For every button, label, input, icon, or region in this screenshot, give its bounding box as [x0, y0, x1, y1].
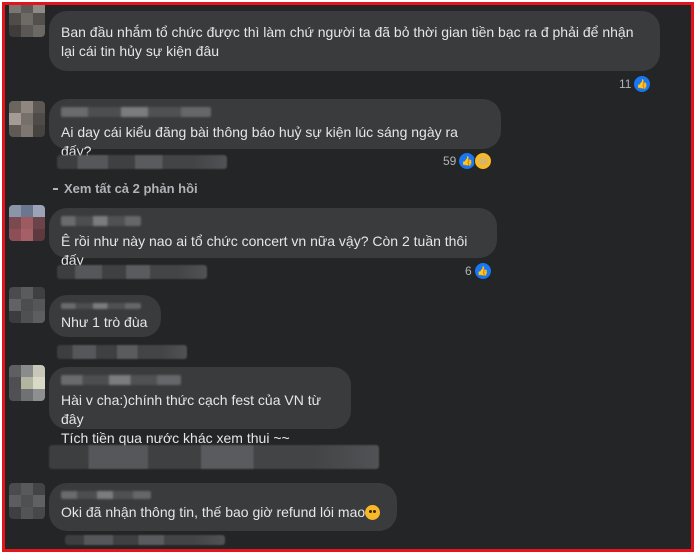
comment-actions[interactable]	[57, 155, 227, 169]
author-name[interactable]	[61, 375, 181, 385]
face-with-rolling-eyes-icon	[365, 505, 381, 520]
comment-text: Ban đầu nhắm tổ chức được thì làm chứ ng…	[61, 24, 638, 59]
avatar[interactable]	[9, 5, 45, 37]
comment-bubble: Ê rồi như này nao ai tổ chức concert vn …	[49, 208, 497, 268]
comment-actions[interactable]	[57, 345, 187, 359]
reaction-summary[interactable]: 6 👍	[465, 262, 492, 280]
reaction-count: 6	[465, 264, 472, 278]
author-name[interactable]	[61, 491, 151, 499]
author-name[interactable]	[61, 216, 141, 226]
reaction-count: 11	[619, 77, 632, 91]
reaction-summary[interactable]: 59 👍 😆	[443, 152, 493, 170]
comment-text: Như 1 trò đùa	[61, 314, 148, 330]
view-replies-label: Xem tất cả 2 phản hồi	[64, 181, 198, 196]
view-replies-link[interactable]: Xem tất cả 2 phản hồi	[53, 181, 198, 196]
comment-bubble: Như 1 trò đùa	[49, 295, 161, 337]
reply-arrow-icon	[53, 187, 58, 190]
comment-bubble: Oki đã nhận thông tin, thế bao giờ refun…	[49, 483, 397, 531]
author-name[interactable]	[61, 107, 211, 117]
haha-icon: 😆	[474, 152, 493, 170]
comments-panel: Ban đầu nhắm tổ chức được thì làm chứ ng…	[2, 2, 694, 552]
comment-actions[interactable]	[49, 445, 379, 469]
avatar[interactable]	[9, 205, 45, 241]
author-name[interactable]	[61, 303, 141, 309]
comment-text: Hài v cha:)chính thức cạch fest của VN t…	[61, 392, 321, 446]
comment-text: Oki đã nhận thông tin, thế bao giờ refun…	[61, 503, 385, 522]
like-icon: 👍	[633, 75, 652, 93]
comment-bubble: Ban đầu nhắm tổ chức được thì làm chứ ng…	[49, 11, 660, 71]
avatar[interactable]	[9, 483, 45, 519]
comment-bubble: Hài v cha:)chính thức cạch fest của VN t…	[49, 367, 351, 446]
comment-bubble: Ai day cái kiểu đăng bài thông báo huỷ s…	[49, 99, 501, 159]
comment-actions[interactable]	[65, 535, 225, 545]
like-icon: 👍	[473, 262, 492, 280]
reaction-count: 59	[443, 154, 457, 168]
avatar[interactable]	[9, 287, 45, 323]
reaction-summary[interactable]: 11 👍	[619, 75, 652, 93]
avatar[interactable]	[9, 101, 45, 137]
comment-actions[interactable]	[57, 265, 207, 279]
avatar[interactable]	[9, 365, 45, 401]
